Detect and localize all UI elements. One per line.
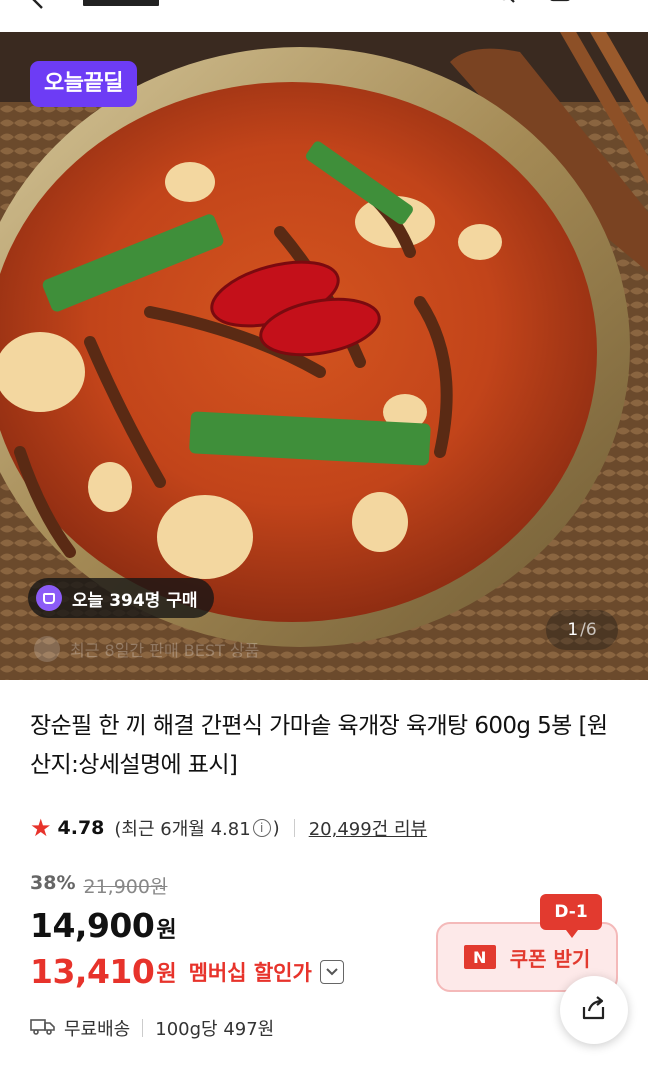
image-pager: 1 /6 [546, 610, 618, 650]
star-icon: ★ [30, 814, 52, 842]
pager-total: /6 [580, 620, 597, 640]
purchase-count-text: 오늘 394명 구매 [72, 590, 198, 611]
unit-price-text: 100g당 497원 [155, 1019, 275, 1040]
discount-row: 38% 21,900원 [30, 872, 167, 899]
reviews-link[interactable]: 20,499건 리뷰 [309, 815, 427, 841]
divider [293, 819, 295, 837]
recent-rating-text: (최근 6개월 4.81 [114, 819, 251, 840]
search-icon[interactable] [494, 0, 518, 8]
original-price: 21,900원 [83, 876, 168, 898]
sale-price-unit: 원 [156, 918, 177, 943]
truck-icon [30, 1017, 56, 1040]
chevron-down-icon[interactable] [319, 959, 344, 984]
cart-icon[interactable] [548, 0, 572, 8]
delivery-row: 무료배송 100g당 497원 [30, 1015, 274, 1041]
member-price-row[interactable]: 13,410 원 멤버십 할인가 [30, 952, 344, 991]
store-logo[interactable] [83, 0, 159, 6]
menu-icon[interactable] [602, 0, 626, 8]
product-image-carousel[interactable]: 오늘끝딜 오늘 394명 구매 최근 8일간 판매 BEST 상품 1 /6 [0, 32, 648, 680]
coupon-label: 쿠폰 받기 [509, 946, 591, 971]
discount-percent: 38% [30, 872, 76, 894]
shopping-bag-icon [36, 585, 62, 611]
divider [142, 1019, 144, 1037]
sale-price: 14,900 원 [30, 906, 177, 945]
share-icon [579, 993, 609, 1027]
product-title: 장순필 한 끼 해결 간편식 가마솥 육개장 육개탕 600g 5봉 [원산지:… [30, 713, 608, 778]
best-seller-caption: 최근 8일간 판매 BEST 상품 [34, 636, 259, 662]
member-price-unit: 원 [156, 961, 177, 987]
best-caption-text: 최근 8일간 판매 BEST 상품 [70, 641, 260, 660]
back-arrow-icon[interactable] [28, 0, 50, 12]
sale-price-value: 14,900 [30, 906, 155, 945]
shipping-text: 무료배송 [64, 1019, 131, 1040]
purchase-count-chip: 오늘 394명 구매 [28, 578, 214, 618]
recent-rating-close: ) [272, 817, 280, 839]
d-day-badge: D-1 [540, 894, 602, 938]
rating-row: ★ 4.78 (최근 6개월 4.81 i ) 20,499건 리뷰 [30, 815, 427, 841]
pager-current: 1 [567, 620, 579, 640]
info-icon[interactable]: i [252, 819, 271, 837]
rating-score: 4.78 [57, 817, 105, 839]
member-price-label: 멤버십 할인가 [188, 960, 312, 985]
top-bar [0, 0, 648, 32]
share-button[interactable] [560, 976, 628, 1044]
today-deal-badge: 오늘끝딜 [30, 61, 137, 107]
member-price-value: 13,410 [30, 952, 155, 991]
naver-n-logo-icon: N [463, 945, 496, 969]
best-caption-icon [34, 636, 60, 662]
